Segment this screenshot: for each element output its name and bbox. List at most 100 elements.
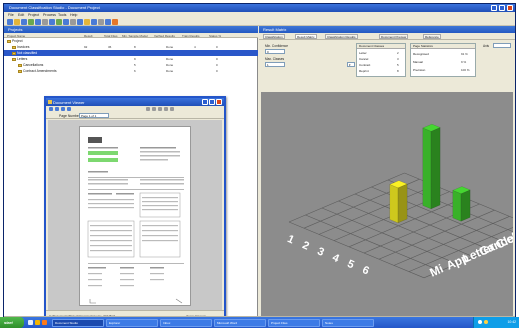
result-cell: 92	[84, 45, 88, 49]
menu-file[interactable]: File	[8, 13, 14, 17]
class-name[interactable]: Reprint	[359, 69, 369, 73]
page-statistics-list[interactable]: Page Statistics Recognised 91 % Manual 9…	[410, 43, 476, 77]
network-icon[interactable]	[478, 320, 482, 324]
min-confidence-field[interactable]: 0	[265, 49, 285, 54]
taskbar-item[interactable]: Project Files	[268, 318, 320, 327]
maximize-button[interactable]	[499, 5, 505, 11]
statistic-value: 100 %	[461, 68, 470, 72]
close-button[interactable]	[507, 5, 513, 11]
train-cell: 4	[194, 45, 196, 49]
print-icon[interactable]	[91, 19, 97, 25]
taskbar-item[interactable]: Document Studio	[52, 318, 104, 327]
zoom-in-icon[interactable]	[146, 106, 150, 111]
tab-document-preview[interactable]: Document Preview	[379, 34, 409, 39]
zoom-icon[interactable]	[98, 19, 104, 25]
menu-edit[interactable]: Edit	[18, 13, 24, 17]
taskbar-item[interactable]: Notes	[322, 318, 374, 327]
result-matrix-3d-chart[interactable]: 123456MiAppLetterCancelCloseAcInvoice<No…	[261, 92, 513, 316]
rotate-icon[interactable]	[164, 106, 168, 111]
dialog-maximize-button[interactable]	[209, 99, 215, 105]
document-viewer-dialog[interactable]: Document Viewer Page Number Page 1 of 1	[44, 96, 226, 322]
column-header[interactable]: Min. Sample Model	[122, 34, 148, 38]
tree-row[interactable]: Contract Amendments 6 Done 0	[4, 68, 258, 74]
dialog-minimize-button[interactable]	[202, 99, 208, 105]
document-viewer-title-bar[interactable]: Document Viewer	[46, 98, 224, 106]
axis-field[interactable]	[493, 43, 511, 48]
bar-side-face	[430, 127, 441, 210]
application-window: Document Classification Studio - Documen…	[3, 3, 516, 325]
tab-result-matrix[interactable]: Result Matrix	[295, 34, 317, 39]
taskbar-item[interactable]: Microsoft Word	[214, 318, 266, 327]
browser-quicklaunch-icon[interactable]	[42, 320, 47, 325]
verified-cell: Done	[166, 45, 174, 49]
column-tick-label: 4	[330, 252, 341, 266]
train-icon[interactable]	[56, 19, 62, 25]
column-header[interactable]: Verified Results	[154, 34, 175, 38]
status-cell: 0	[216, 57, 218, 61]
column-tick-label: 3	[315, 245, 325, 258]
class-name[interactable]: Contract	[359, 63, 370, 67]
verify-icon[interactable]	[63, 19, 69, 25]
tree-row-label: Not classified	[12, 51, 37, 55]
column-header[interactable]: Result	[84, 34, 93, 38]
classes-dropdown-button[interactable]: ▾	[347, 62, 355, 67]
menu-project[interactable]: Project	[28, 13, 39, 17]
zoom-out-icon[interactable]	[152, 106, 156, 111]
stop-icon[interactable]	[112, 19, 118, 25]
document-classes-list[interactable]: Document Classes Letter 2 Cancel 3 Contr…	[356, 43, 406, 77]
dialog-close-button[interactable]	[216, 99, 222, 105]
next-page-icon[interactable]	[61, 106, 65, 111]
column-header[interactable]: Train Results	[182, 34, 200, 38]
taskbar-item[interactable]: Inbox	[160, 318, 212, 327]
volume-icon[interactable]	[484, 320, 488, 324]
class-name[interactable]: Cancel	[359, 57, 368, 61]
start-button[interactable]: start	[0, 317, 24, 328]
filter-icon[interactable]	[70, 19, 76, 25]
last-page-icon[interactable]	[67, 106, 71, 111]
import-icon[interactable]	[35, 19, 41, 25]
print-page-icon[interactable]	[170, 106, 174, 111]
column-header[interactable]: Total Files	[104, 34, 118, 38]
column-header[interactable]: Project Name	[7, 34, 25, 38]
bar-front-face	[389, 184, 399, 224]
help-icon[interactable]	[105, 19, 111, 25]
run-icon[interactable]	[28, 19, 34, 25]
status-cell: 0	[216, 69, 218, 73]
previous-page-icon[interactable]	[55, 106, 59, 111]
taskbar-item[interactable]: Explorer	[106, 318, 158, 327]
minimize-button[interactable]	[491, 5, 497, 11]
column-tick-label: 1	[285, 233, 295, 246]
invoice-page-thumbnail	[87, 137, 184, 304]
open-icon[interactable]	[14, 19, 20, 25]
folder-icon	[12, 51, 16, 55]
axis-label: Axis	[483, 44, 490, 48]
classify-icon[interactable]	[49, 19, 55, 25]
grid-line	[321, 207, 458, 265]
first-page-icon[interactable]	[49, 106, 53, 111]
new-icon[interactable]	[7, 19, 13, 25]
taskbar: start Document Studio Explorer Inbox Mic…	[0, 317, 519, 328]
folder-icon	[18, 63, 22, 67]
column-header[interactable]: Status %	[209, 34, 221, 38]
menu-process[interactable]: Process	[43, 13, 56, 17]
export-icon[interactable]	[42, 19, 48, 25]
page-number-field[interactable]: Page 1 of 1	[79, 113, 109, 118]
show-desktop-icon[interactable]	[28, 320, 33, 325]
explorer-quicklaunch-icon[interactable]	[35, 320, 40, 325]
save-icon[interactable]	[21, 19, 27, 25]
settings-icon[interactable]	[84, 19, 90, 25]
verified-cell: Done	[166, 63, 174, 67]
tab-reference[interactable]: Reference	[423, 34, 441, 39]
tab-classification[interactable]: Classification	[263, 34, 285, 39]
report-icon[interactable]	[77, 19, 83, 25]
class-name[interactable]: Letter	[359, 51, 367, 55]
page-statistics-header: Page Statistics	[411, 44, 475, 49]
max-classes-field[interactable]: 1	[265, 62, 285, 67]
menu-tools[interactable]: Tools	[58, 13, 66, 17]
fit-page-icon[interactable]	[158, 106, 162, 111]
tab-classification-results[interactable]: Classification Results	[325, 34, 358, 39]
menu-help[interactable]: Help	[70, 13, 77, 17]
statistic-value: 91 %	[461, 52, 468, 56]
document-canvas[interactable]	[48, 120, 222, 310]
class-count: 8	[397, 69, 399, 73]
